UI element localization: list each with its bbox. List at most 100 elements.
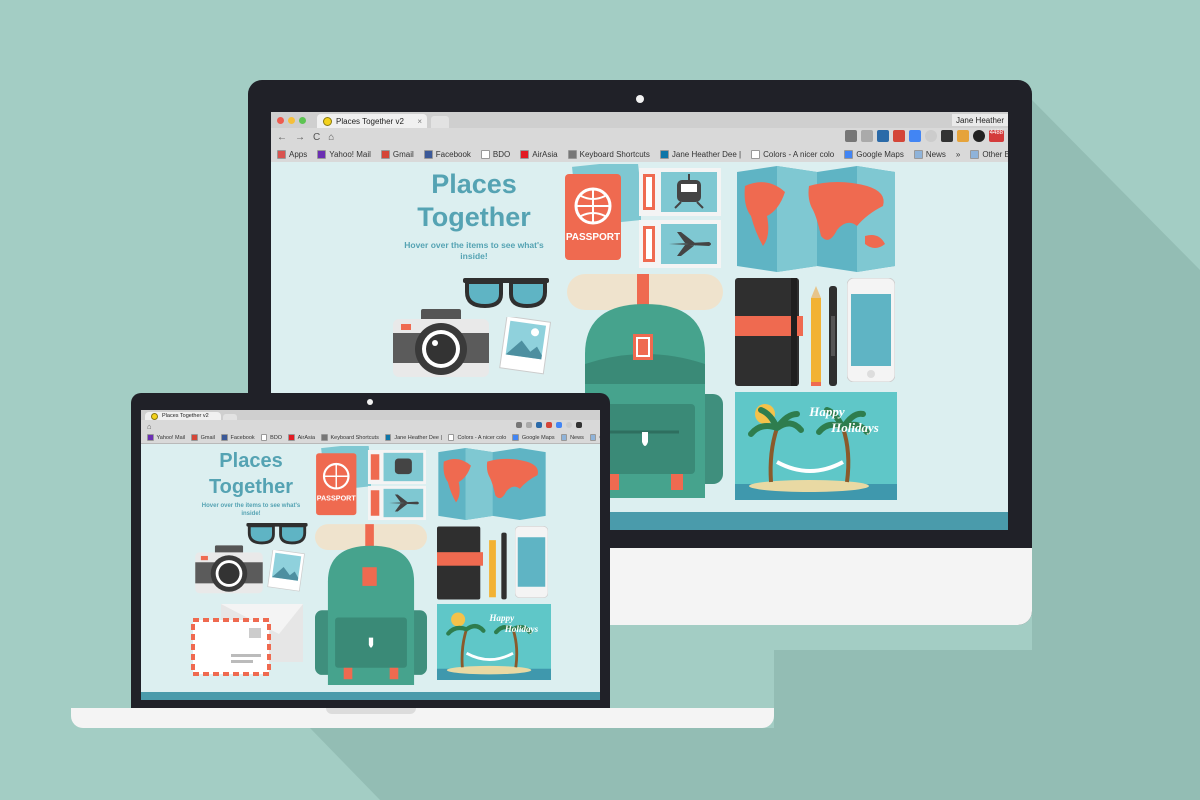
pencil-item[interactable]: [811, 286, 821, 386]
laptop-title-line-1: Places: [219, 450, 283, 472]
bookmark-label: Jane Heather Dee |: [671, 149, 742, 159]
new-tab-button[interactable]: [431, 116, 449, 128]
bird-icon[interactable]: [940, 130, 953, 142]
bookmark-favicon-icon: [659, 149, 669, 159]
bookmark-item[interactable]: Ot: [589, 434, 600, 441]
notebook-item[interactable]: [735, 278, 803, 386]
tab-active[interactable]: Places Together v2 ×: [317, 114, 427, 128]
holiday-postcard-item[interactable]: Happy Holidays: [735, 392, 897, 500]
back-arrow-icon[interactable]: ←: [277, 132, 287, 143]
tab-close-icon[interactable]: ×: [417, 117, 422, 126]
bookmark-favicon-icon: [260, 434, 268, 441]
laptop-holiday-postcard-item[interactable]: Happy Holidays: [437, 604, 551, 680]
bookmark-item[interactable]: BDO: [480, 149, 510, 159]
laptop-opening-notch: [326, 708, 416, 714]
laptop-tab-active[interactable]: Places Together v2: [145, 412, 221, 420]
forward-arrow-icon[interactable]: →: [295, 132, 305, 143]
laptop-smartphone-item[interactable]: [515, 526, 548, 598]
passport-item[interactable]: PASSPORT: [561, 164, 641, 264]
bookmark-item[interactable]: AirAsia: [520, 149, 558, 159]
laptop-home-icon[interactable]: ⌂: [147, 422, 152, 431]
laptop-navigation-bar: ⌂: [141, 420, 600, 432]
laptop-photo-item[interactable]: [267, 550, 305, 592]
camera-item[interactable]: [391, 307, 491, 381]
bookmark-item[interactable]: News: [913, 149, 946, 159]
browser-chrome: Places Together v2 × Jane Heather ← → C …: [271, 112, 1008, 163]
laptop-bird-icon[interactable]: [576, 422, 582, 428]
bookmark-favicon-icon: [751, 149, 761, 159]
bookmark-favicon-icon: [221, 434, 228, 441]
klout-icon[interactable]: [876, 130, 889, 142]
extension-gear-icon[interactable]: [844, 130, 857, 142]
bookmark-item[interactable]: News: [560, 434, 584, 441]
translate-icon[interactable]: [908, 130, 921, 142]
blocked-icon[interactable]: [972, 130, 985, 142]
laptop-pen-item[interactable]: [500, 532, 508, 600]
minimize-window-button[interactable]: [288, 117, 295, 124]
bookmark-item[interactable]: Google Maps: [844, 149, 904, 159]
laptop-pocket-icon[interactable]: [526, 422, 532, 428]
smartphone-item[interactable]: [847, 278, 895, 382]
plane-ticket-item[interactable]: [639, 220, 721, 268]
gmail-icon[interactable]: [892, 130, 905, 142]
zoom-window-button[interactable]: [299, 117, 306, 124]
laptop-camera-item[interactable]: [193, 544, 265, 596]
bookmark-item[interactable]: Google Maps: [512, 434, 555, 441]
mail-badge-icon[interactable]: 4488: [988, 130, 1004, 142]
close-window-button[interactable]: [277, 117, 284, 124]
train-ticket-item[interactable]: [639, 168, 721, 216]
reload-icon[interactable]: C: [313, 132, 320, 143]
laptop-tab-title: Places Together v2: [162, 413, 209, 419]
laptop-translate-icon[interactable]: [556, 422, 562, 428]
bookmark-item[interactable]: Facebook: [423, 149, 471, 159]
world-map-item[interactable]: [737, 166, 895, 272]
tab-bar: Places Together v2 × Jane Heather: [271, 112, 1008, 128]
circle-icon[interactable]: [924, 130, 937, 142]
bookmark-item[interactable]: AirAsia: [288, 434, 315, 441]
pen-item[interactable]: [827, 286, 839, 386]
bookmark-label: Gmail: [200, 434, 216, 441]
laptop-world-map-item[interactable]: [437, 448, 547, 520]
sunglasses-item[interactable]: [461, 274, 551, 310]
home-icon[interactable]: ⌂: [328, 132, 334, 143]
laptop-notebook-item[interactable]: [437, 526, 483, 600]
laptop-bookmarks-bar: Yahoo! Mail Gmail Facebook BDO AirAsia Keyboa…: [141, 432, 600, 443]
bookmark-item[interactable]: Colors - A nicer colo: [751, 149, 834, 159]
bookmark-item[interactable]: Gmail: [191, 434, 215, 441]
laptop-train-ticket-item[interactable]: [367, 450, 427, 484]
laptop-sunglasses-item[interactable]: [245, 520, 309, 546]
laptop-plane-ticket-item[interactable]: [367, 486, 427, 520]
bookmark-item[interactable]: Other Bookmarks: [970, 149, 1008, 159]
laptop-klout-icon[interactable]: [536, 422, 542, 428]
bookmark-item[interactable]: Keyboard Shortcuts: [321, 434, 379, 441]
laptop-envelope-item[interactable]: [191, 600, 309, 676]
user-profile-button[interactable]: Jane Heather: [951, 114, 1008, 126]
photo-item[interactable]: [499, 317, 551, 375]
extension-icons: 4488: [844, 130, 1004, 142]
laptop-backpack-item[interactable]: [315, 524, 427, 688]
bookmark-item[interactable]: Yahoo! Mail: [147, 434, 185, 441]
bookmark-item[interactable]: Colors - A nicer colo: [447, 434, 506, 441]
laptop-extension-gear-icon[interactable]: [516, 422, 522, 428]
title-line-1: Places: [431, 169, 517, 199]
bookmark-label: AirAsia: [532, 149, 558, 159]
laptop-pencil-item[interactable]: [489, 532, 496, 600]
bookmark-item[interactable]: Facebook: [221, 434, 255, 441]
bookmark-item[interactable]: »: [956, 150, 960, 159]
bookmark-item[interactable]: Jane Heather Dee |: [659, 149, 742, 159]
bookmark-item[interactable]: Gmail: [380, 149, 414, 159]
bookmark-item[interactable]: Jane Heather Dee |: [384, 434, 442, 441]
bookmark-item[interactable]: Apps: [277, 149, 307, 159]
tool-icon[interactable]: [956, 130, 969, 142]
laptop-circle-icon[interactable]: [566, 422, 572, 428]
smiley-favicon-icon: [323, 116, 332, 126]
bookmark-label: Jane Heather Dee |: [394, 434, 442, 441]
bookmark-item[interactable]: BDO: [260, 434, 282, 441]
laptop-gmail-icon[interactable]: [546, 422, 552, 428]
pocket-icon[interactable]: [860, 130, 873, 142]
bookmark-item[interactable]: Keyboard Shortcuts: [567, 149, 650, 159]
bookmark-item[interactable]: Yahoo! Mail: [317, 149, 371, 159]
bookmark-favicon-icon: [380, 149, 390, 159]
laptop-page-subtitle: Hover over the items to see what's insid…: [201, 503, 301, 517]
laptop-passport-item[interactable]: PASSPORT: [313, 446, 371, 518]
